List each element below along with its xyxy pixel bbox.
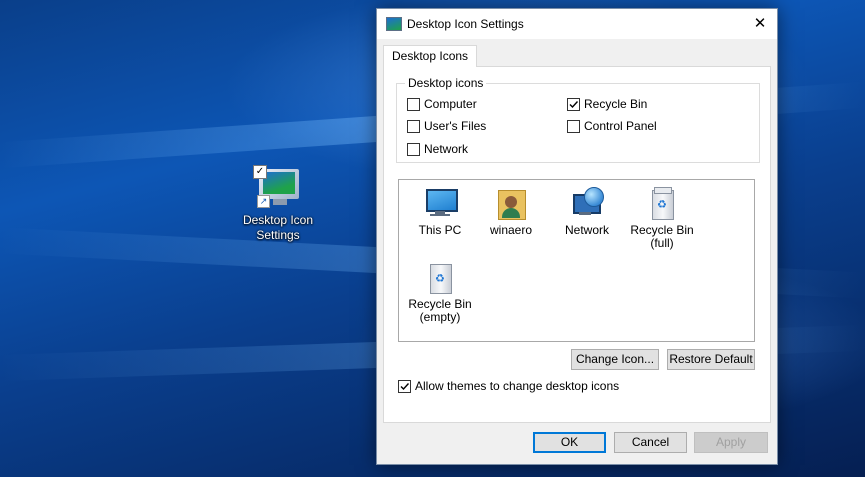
app-icon xyxy=(386,17,402,31)
checkbox-box-checked xyxy=(398,380,411,393)
users-files-label: User's Files xyxy=(424,119,487,133)
icon-item-network[interactable]: Network xyxy=(546,186,628,237)
recycle-bin-full-icon: ♻ xyxy=(645,186,679,220)
title-bar[interactable]: Desktop Icon Settings ✕ xyxy=(377,9,777,39)
icon-item-winaero[interactable]: winaero xyxy=(470,186,552,237)
shortcut-label-line2: Settings xyxy=(256,228,300,242)
allow-themes-checkbox[interactable]: Allow themes to change desktop icons xyxy=(398,379,619,394)
display-settings-icon: ✓ ↗ xyxy=(253,165,301,209)
icon-item-recycle-bin-empty[interactable]: ♻ Recycle Bin (empty) xyxy=(399,260,481,324)
this-pc-label: This PC xyxy=(418,223,462,237)
shortcut-label-line1: Desktop Icon xyxy=(242,213,314,227)
icon-item-recycle-bin-full[interactable]: ♻ Recycle Bin (full) xyxy=(621,186,703,250)
checkmark-icon xyxy=(400,383,410,391)
network-checkbox[interactable]: Network xyxy=(407,142,468,157)
recycle-bin-empty-icon: ♻ xyxy=(423,260,457,294)
restore-default-button[interactable]: Restore Default xyxy=(667,349,755,370)
apply-button[interactable]: Apply xyxy=(694,432,768,453)
users-files-checkbox[interactable]: User's Files xyxy=(407,119,486,134)
network-label: Network xyxy=(424,142,469,156)
window-title: Desktop Icon Settings xyxy=(407,17,524,31)
ok-button[interactable]: OK xyxy=(533,432,606,453)
close-icon: ✕ xyxy=(753,15,767,32)
computer-label: Computer xyxy=(424,97,477,111)
checkbox-box xyxy=(407,98,420,111)
close-button[interactable]: ✕ xyxy=(743,9,777,39)
checkmark-icon xyxy=(569,101,579,109)
checkbox-box xyxy=(567,120,580,133)
tab-desktop-icons[interactable]: Desktop Icons xyxy=(383,45,478,67)
shortcut-arrow-icon: ↗ xyxy=(257,195,270,208)
control-panel-checkbox[interactable]: Control Panel xyxy=(567,119,657,134)
checkbox-box xyxy=(407,120,420,133)
checkmark-icon: ✓ xyxy=(253,165,267,179)
shortcut-label: Desktop Icon Settings xyxy=(236,213,320,243)
icon-item-this-pc[interactable]: This PC xyxy=(399,186,481,237)
network-icon-label: Network xyxy=(564,223,609,237)
recycle-bin-empty-label-line2: (empty) xyxy=(419,310,461,324)
recycle-bin-checkbox[interactable]: Recycle Bin xyxy=(567,97,647,112)
icon-list[interactable]: This PC winaero Network ♻ Recycle Bin (f… xyxy=(398,179,755,342)
recycle-bin-full-label-line2: (full) xyxy=(650,236,674,250)
allow-themes-label: Allow themes to change desktop icons xyxy=(415,379,620,393)
group-label: Desktop icons xyxy=(405,76,487,90)
recycle-bin-label: Recycle Bin xyxy=(584,97,648,111)
user-folder-icon xyxy=(494,186,528,220)
checkbox-box xyxy=(407,143,420,156)
control-panel-label: Control Panel xyxy=(584,119,657,133)
this-pc-icon xyxy=(423,186,458,220)
winaero-label: winaero xyxy=(489,223,533,237)
cancel-button[interactable]: Cancel xyxy=(614,432,687,453)
computer-checkbox[interactable]: Computer xyxy=(407,97,477,112)
desktop-shortcut-desktop-icon-settings[interactable]: ✓ ↗ Desktop Icon Settings xyxy=(236,165,320,243)
network-icon xyxy=(570,186,604,220)
change-icon-button[interactable]: Change Icon... xyxy=(571,349,659,370)
checkbox-box-checked xyxy=(567,98,580,111)
